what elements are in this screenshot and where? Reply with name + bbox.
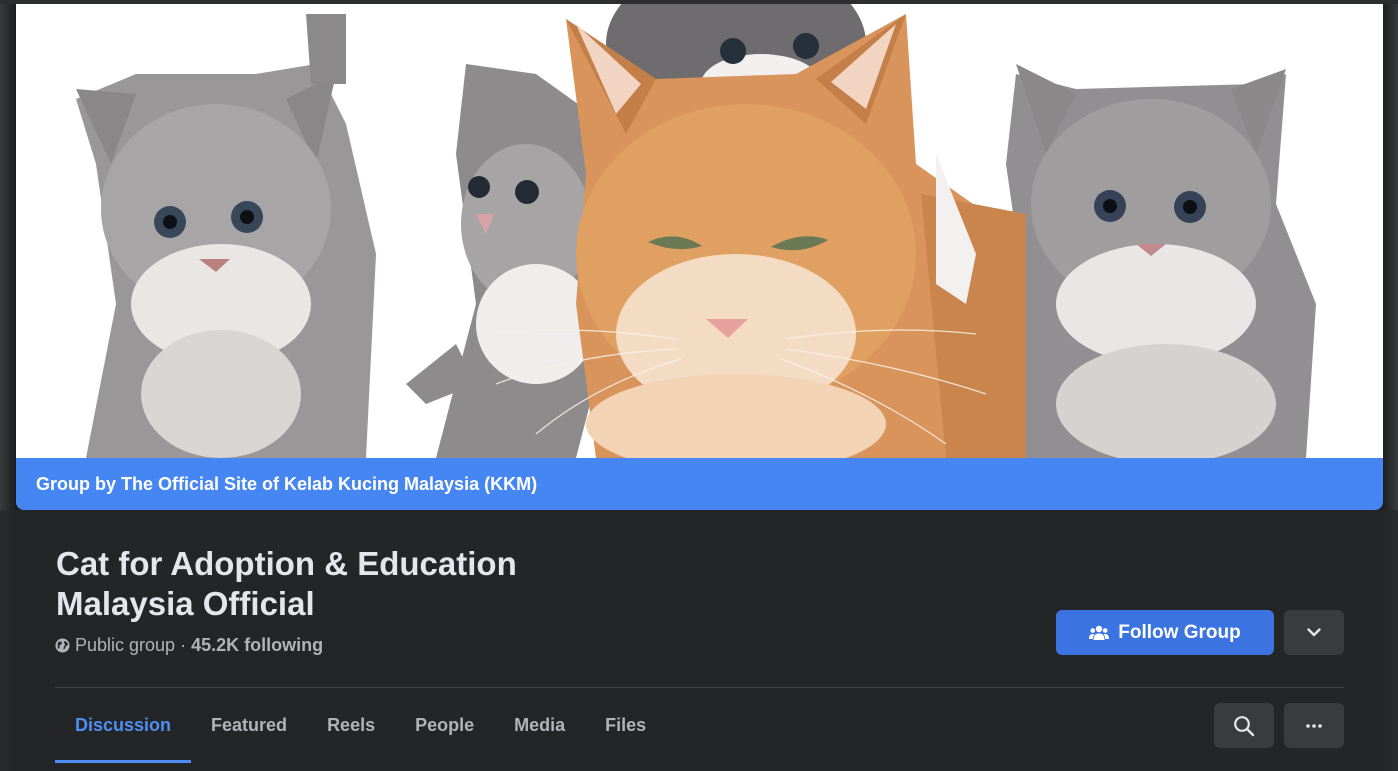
more-options-button[interactable] <box>1284 703 1344 748</box>
tab-label: Reels <box>327 715 376 735</box>
group-tabs: Discussion Featured Reels People Media F… <box>55 688 666 763</box>
more-horizontal-icon <box>1306 723 1322 728</box>
people-icon <box>1089 625 1110 640</box>
search-button[interactable] <box>1214 703 1274 748</box>
cats-illustration <box>16 4 1383 458</box>
cover-photo[interactable] <box>16 4 1383 458</box>
group-owner-text[interactable]: Group by The Official Site of Kelab Kuci… <box>36 474 537 495</box>
search-icon <box>1234 715 1255 736</box>
following-count[interactable]: 45.2K following <box>191 635 323 656</box>
follow-group-button[interactable]: Follow Group <box>1056 610 1274 655</box>
follow-group-label: Follow Group <box>1118 621 1241 643</box>
tab-reels[interactable]: Reels <box>307 688 395 763</box>
privacy-label[interactable]: Public group <box>75 635 175 656</box>
meta-separator: · <box>180 634 187 655</box>
group-meta: Public group · 45.2K following <box>55 633 323 657</box>
group-header: Group by The Official Site of Kelab Kuci… <box>0 0 1398 771</box>
tab-label: Files <box>605 715 647 735</box>
tab-media[interactable]: Media <box>494 688 585 763</box>
group-owner-banner[interactable]: Group by The Official Site of Kelab Kuci… <box>16 458 1383 510</box>
tab-label: Discussion <box>75 715 172 735</box>
tab-files[interactable]: Files <box>585 688 666 763</box>
tab-people[interactable]: People <box>395 688 494 763</box>
chevron-down-icon <box>1307 628 1321 637</box>
tab-featured[interactable]: Featured <box>191 688 307 763</box>
group-title[interactable]: Cat for Adoption & Education Malaysia Of… <box>56 544 616 624</box>
tab-label: Media <box>514 715 566 735</box>
group-options-dropdown[interactable] <box>1284 610 1344 655</box>
tab-label: People <box>415 715 475 735</box>
tab-discussion[interactable]: Discussion <box>55 688 192 763</box>
globe-icon <box>55 637 70 653</box>
tab-label: Featured <box>211 715 288 735</box>
